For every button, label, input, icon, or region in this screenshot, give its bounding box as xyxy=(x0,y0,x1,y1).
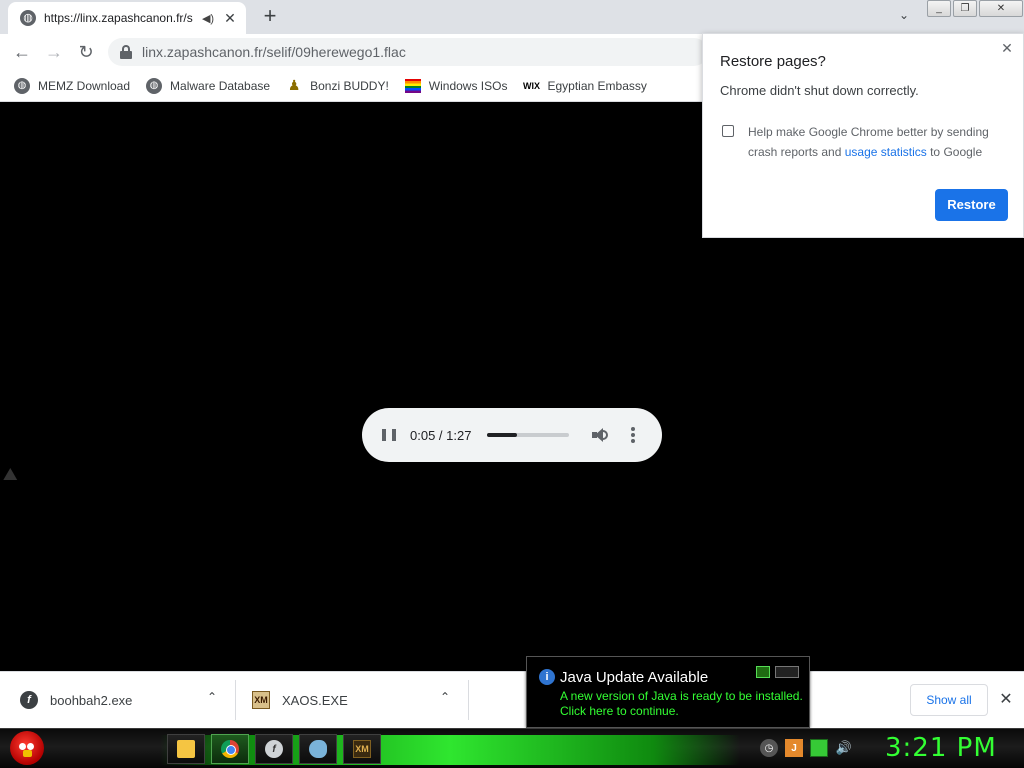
java-tray-icon[interactable]: J xyxy=(785,739,803,757)
minimize-button[interactable]: _ xyxy=(927,0,951,17)
bookmark-label: Bonzi BUDDY! xyxy=(310,78,389,93)
mouse-cursor-icon xyxy=(3,467,21,487)
bookmark-windows-isos[interactable]: Windows ISOs xyxy=(404,78,508,93)
tab-strip: ◍ https://linx.zapashcanon.fr/s ◀) ✕ + ⌄… xyxy=(0,0,1024,34)
maximize-button[interactable]: ❐ xyxy=(953,0,977,17)
download-item-xaos[interactable]: XM XAOS.EXE ⌃ xyxy=(236,680,469,720)
bookmark-label: Egyptian Embassy xyxy=(547,78,647,93)
wix-icon: WIX xyxy=(522,80,540,91)
audio-player: 0:05 / 1:27 xyxy=(362,408,662,462)
network-icon[interactable] xyxy=(810,739,828,757)
bookmark-bonzi-buddy[interactable]: ♟ Bonzi BUDDY! xyxy=(286,77,389,94)
url-text[interactable]: linx.zapashcanon.fr/selif/09herewego1.fl… xyxy=(142,44,406,60)
globe-icon: ◍ xyxy=(14,77,30,94)
bookmark-label: Malware Database xyxy=(170,78,271,93)
java-update-notification[interactable]: i Java Update Available A new version of… xyxy=(526,656,810,728)
dialog-title: Restore pages? xyxy=(720,53,826,70)
notification-title: Java Update Available xyxy=(560,669,709,686)
system-tray: ◷ J 🔊 xyxy=(760,739,860,757)
start-button[interactable] xyxy=(10,731,44,765)
notification-option-icon[interactable] xyxy=(756,666,770,678)
bookmark-egyptian-embassy[interactable]: WIX Egyptian Embassy xyxy=(522,78,647,94)
address-bar[interactable]: linx.zapashcanon.fr/selif/09herewego1.fl… xyxy=(108,38,708,66)
chevron-up-icon[interactable]: ⌃ xyxy=(203,690,221,708)
lock-icon[interactable] xyxy=(120,45,132,59)
volume-icon[interactable]: 🔊 xyxy=(835,739,853,757)
tab-close-icon[interactable]: ✕ xyxy=(222,10,238,26)
usage-statistics-link[interactable]: usage statistics xyxy=(845,145,927,159)
crash-report-checkbox[interactable] xyxy=(722,125,734,137)
back-button[interactable]: ← xyxy=(10,40,34,64)
taskbar: f XM ◷ J 🔊 3:21 PM xyxy=(0,728,1024,768)
download-filename: boohbah2.exe xyxy=(50,692,133,708)
volume-icon[interactable] xyxy=(591,427,609,443)
download-item-boohbah2[interactable]: f boohbah2.exe ⌃ xyxy=(0,680,236,720)
globe-icon: ◍ xyxy=(20,10,36,26)
close-icon[interactable]: ✕ xyxy=(997,691,1015,709)
restore-pages-dialog: Restore pages? ✕ Chrome didn't shut down… xyxy=(702,33,1024,238)
flash-icon: f xyxy=(265,740,283,758)
window-controls: _ ❐ ✕ xyxy=(927,0,1024,18)
globe-icon: ◍ xyxy=(146,77,163,94)
seek-progress xyxy=(487,433,517,437)
info-icon: i xyxy=(539,669,555,685)
taskbar-xaos-button[interactable]: XM xyxy=(343,734,381,764)
taskbar-fish-button[interactable] xyxy=(299,734,337,764)
download-filename: XAOS.EXE xyxy=(282,692,348,708)
xaos-icon: XM xyxy=(252,691,270,709)
folder-icon xyxy=(177,740,195,758)
bonzi-icon: ♟ xyxy=(287,77,301,93)
forward-button[interactable]: → xyxy=(42,40,66,64)
show-all-button[interactable]: Show all xyxy=(910,684,988,716)
crash-report-label: Help make Google Chrome better by sendin… xyxy=(748,125,989,159)
fish-icon xyxy=(309,740,327,758)
reload-button[interactable]: ↻ xyxy=(74,40,98,64)
browser-tab[interactable]: ◍ https://linx.zapashcanon.fr/s ◀) ✕ xyxy=(8,2,246,34)
speaker-icon[interactable]: ◀) xyxy=(200,12,216,25)
taskbar-clock[interactable]: 3:21 PM xyxy=(885,733,997,763)
flash-icon: f xyxy=(20,691,38,709)
seek-slider[interactable] xyxy=(487,433,570,437)
rainbow-flag-icon xyxy=(404,78,421,93)
dialog-message: Chrome didn't shut down correctly. xyxy=(720,83,919,98)
new-tab-button[interactable]: + xyxy=(258,5,282,29)
close-icon[interactable]: ✕ xyxy=(999,40,1015,56)
download-shelf: f boohbah2.exe ⌃ XM XAOS.EXE ⌃ Show all … xyxy=(0,671,1024,728)
notification-body: A new version of Java is ready to be ins… xyxy=(560,689,803,718)
bookmark-label: Windows ISOs xyxy=(428,78,508,93)
notification-close-icon[interactable] xyxy=(775,666,799,678)
taskbar-explorer-button[interactable] xyxy=(167,734,205,764)
clock-tray-icon[interactable]: ◷ xyxy=(760,739,778,757)
bookmark-label: MEMZ Download xyxy=(38,78,131,93)
window-close-button[interactable]: ✕ xyxy=(979,0,1023,17)
chrome-icon xyxy=(221,740,239,758)
xaos-icon: XM xyxy=(353,740,371,758)
bookmark-malware-database[interactable]: ◍ Malware Database xyxy=(146,77,271,94)
tab-title: https://linx.zapashcanon.fr/s xyxy=(44,11,193,25)
restore-button[interactable]: Restore xyxy=(935,189,1008,221)
chevron-up-icon[interactable]: ⌃ xyxy=(436,690,454,708)
pause-icon[interactable] xyxy=(382,428,396,442)
taskbar-chrome-button[interactable] xyxy=(211,734,249,764)
bookmark-memz-download[interactable]: ◍ MEMZ Download xyxy=(14,77,131,94)
more-options-icon[interactable] xyxy=(631,426,636,444)
playback-time: 0:05 / 1:27 xyxy=(410,427,472,443)
tab-search-icon[interactable]: ⌄ xyxy=(893,8,915,28)
taskbar-flash-button[interactable]: f xyxy=(255,734,293,764)
